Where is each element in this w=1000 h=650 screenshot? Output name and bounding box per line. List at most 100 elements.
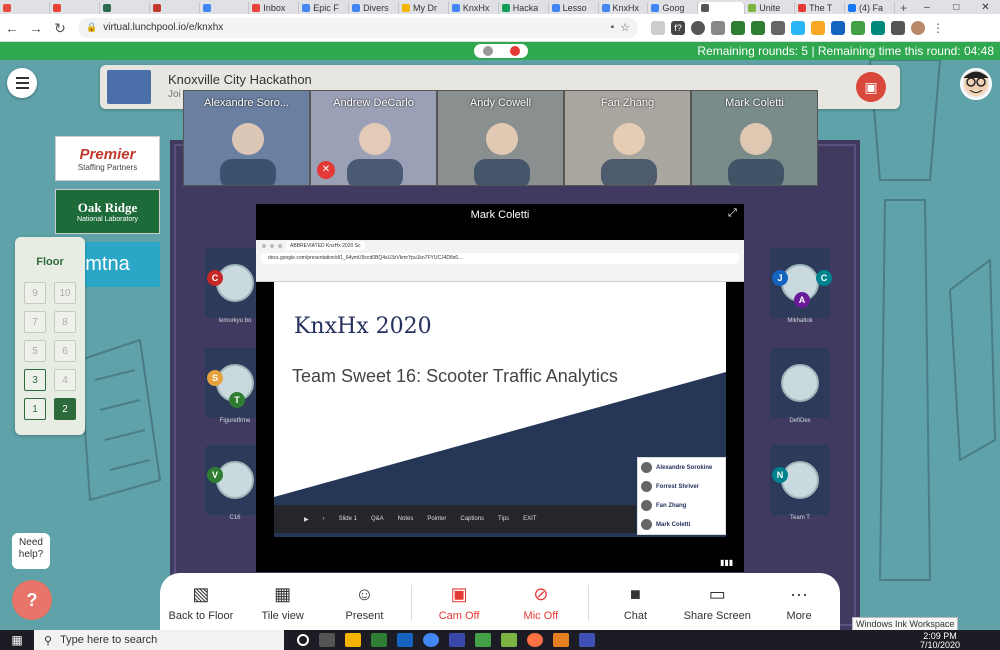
mail-icon[interactable] bbox=[397, 633, 413, 647]
minimize-icon[interactable]: – bbox=[912, 2, 941, 14]
extension-icon[interactable] bbox=[851, 20, 865, 35]
app-icon[interactable] bbox=[579, 633, 595, 647]
camera-icon[interactable]: ▪ bbox=[611, 22, 615, 33]
profile-avatar[interactable] bbox=[911, 20, 925, 35]
qa-button[interactable]: Q&A bbox=[371, 516, 384, 522]
pen-icon[interactable] bbox=[482, 46, 493, 56]
tips-button[interactable]: Tips bbox=[498, 516, 509, 522]
attendee-avatar bbox=[641, 519, 652, 530]
browser-tab[interactable]: The T bbox=[795, 2, 845, 14]
browser-tab[interactable] bbox=[200, 2, 250, 14]
browser-tab[interactable]: Lesso bbox=[549, 2, 599, 14]
windows-start-icon[interactable]: ▦ bbox=[0, 630, 34, 650]
hamburger-menu-button[interactable] bbox=[7, 68, 37, 98]
participant-name: Fan Zhang bbox=[600, 97, 655, 109]
participant-video[interactable]: Andy Cowell bbox=[437, 90, 564, 186]
present-button[interactable]: ☺ Present bbox=[329, 584, 399, 622]
extension-icon[interactable] bbox=[871, 20, 885, 35]
leave-event-button[interactable]: ▣ bbox=[856, 72, 886, 102]
need-help-bubble: Need help? bbox=[12, 533, 50, 569]
participant-video[interactable]: Andrew DeCarlo ✕ bbox=[310, 90, 437, 186]
extension-icon[interactable] bbox=[811, 20, 825, 35]
more-button[interactable]: ··· More bbox=[764, 584, 834, 622]
lock-icon: 🔒 bbox=[86, 22, 98, 32]
puzzle-icon[interactable] bbox=[891, 20, 905, 35]
sponsor-logo-premier[interactable]: Premier Staffing Partners bbox=[55, 136, 160, 181]
browser-tab[interactable]: Divers bbox=[349, 2, 399, 14]
taskbar-clock[interactable]: 2:09 PM 7/10/2020 bbox=[920, 632, 960, 650]
pointer-button[interactable]: Pointer bbox=[427, 516, 446, 522]
cortana-icon[interactable] bbox=[297, 634, 309, 646]
task-view-icon[interactable] bbox=[319, 633, 335, 647]
participant-video[interactable]: Fan Zhang bbox=[564, 90, 691, 186]
event-logo bbox=[107, 70, 151, 104]
floor-button-3[interactable]: 3 bbox=[24, 369, 46, 391]
extension-icon[interactable] bbox=[771, 20, 785, 35]
chrome-icon[interactable] bbox=[423, 633, 439, 647]
new-tab-button[interactable]: + bbox=[895, 2, 913, 14]
share-screen-button[interactable]: ▭ Share Screen bbox=[682, 584, 752, 622]
reload-icon[interactable]: ↻ bbox=[48, 16, 72, 40]
close-icon[interactable]: ✕ bbox=[971, 2, 1000, 14]
extension-icon[interactable] bbox=[731, 20, 745, 35]
fullscreen-icon[interactable]: ⤢ bbox=[728, 207, 737, 220]
extension-icon[interactable] bbox=[791, 20, 805, 35]
browser-tab[interactable] bbox=[100, 2, 150, 14]
firefox-icon[interactable] bbox=[527, 633, 543, 647]
extension-icon[interactable] bbox=[691, 20, 705, 35]
sponsor-logo-oak-ridge[interactable]: Oak Ridge National Laboratory bbox=[55, 189, 160, 234]
next-icon[interactable]: › bbox=[323, 516, 325, 522]
taskbar-search[interactable]: ⚲ Type here to search bbox=[34, 630, 284, 650]
help-button[interactable]: ? bbox=[12, 580, 52, 620]
attendee-name: Forrest Shriver bbox=[656, 483, 700, 490]
app-icon[interactable] bbox=[501, 633, 517, 647]
toolbar-label: Back to Floor bbox=[168, 610, 234, 622]
play-icon[interactable]: ▶ bbox=[304, 516, 309, 523]
app-icon[interactable] bbox=[553, 633, 569, 647]
kebab-menu-icon[interactable]: ⋮ bbox=[932, 21, 944, 35]
browser-tab[interactable]: Goog bbox=[648, 2, 699, 14]
extension-icon[interactable] bbox=[711, 20, 725, 35]
notes-button[interactable]: Notes bbox=[398, 516, 414, 522]
captions-button[interactable]: Captions bbox=[460, 516, 484, 522]
browser-tab[interactable] bbox=[50, 2, 100, 14]
floor-button-1[interactable]: 1 bbox=[24, 398, 46, 420]
slide-number[interactable]: Slide 1 bbox=[339, 516, 357, 522]
maximize-icon[interactable]: □ bbox=[942, 2, 971, 14]
tile-view-button[interactable]: ▦ Tile view bbox=[248, 584, 318, 622]
store-icon[interactable] bbox=[371, 633, 387, 647]
app-icon[interactable] bbox=[475, 633, 491, 647]
back-to-floor-button[interactable]: ▧ Back to Floor bbox=[166, 584, 236, 622]
self-avatar[interactable] bbox=[960, 68, 992, 100]
participant-video[interactable]: Alexandre Soro... bbox=[183, 90, 310, 186]
clock-date: 7/10/2020 bbox=[919, 640, 960, 650]
browser-tab[interactable] bbox=[0, 2, 50, 14]
file-explorer-icon[interactable] bbox=[345, 633, 361, 647]
browser-tab[interactable]: Epic F bbox=[299, 2, 350, 14]
stop-icon[interactable] bbox=[509, 46, 520, 56]
browser-tab[interactable]: KnxHx bbox=[449, 2, 499, 14]
teams-icon[interactable] bbox=[449, 633, 465, 647]
floor-button-2[interactable]: 2 bbox=[54, 398, 76, 420]
cam-off-button[interactable]: ▣ Cam Off bbox=[424, 584, 494, 622]
browser-tab[interactable]: Hacka bbox=[499, 2, 549, 14]
browser-tab[interactable]: KnxHx bbox=[599, 2, 649, 14]
browser-tab[interactable] bbox=[698, 2, 746, 14]
extension-icon[interactable] bbox=[751, 20, 765, 35]
participant-video[interactable]: Mark Coletti bbox=[691, 90, 818, 186]
browser-tab[interactable]: (4) Fa bbox=[845, 2, 895, 14]
extension-icon[interactable]: f? bbox=[671, 20, 685, 35]
exit-button[interactable]: EXIT bbox=[523, 516, 536, 522]
forward-arrow-icon[interactable]: → bbox=[24, 16, 48, 40]
browser-tab[interactable] bbox=[150, 2, 200, 14]
back-arrow-icon[interactable]: ← bbox=[0, 16, 24, 40]
extension-icon[interactable] bbox=[831, 20, 845, 35]
browser-tab[interactable]: Unite bbox=[745, 2, 796, 14]
url-input[interactable]: 🔒 virtual.lunchpool.io/e/knxhx ▪ ☆ bbox=[78, 17, 638, 38]
mic-off-button[interactable]: ⊘ Mic Off bbox=[506, 584, 576, 622]
star-icon[interactable]: ☆ bbox=[620, 21, 630, 34]
browser-tab[interactable]: Inbox bbox=[249, 2, 300, 14]
extension-icon[interactable] bbox=[651, 20, 665, 35]
browser-tab[interactable]: My Dr bbox=[399, 2, 449, 14]
chat-button[interactable]: ■ Chat bbox=[600, 584, 670, 622]
